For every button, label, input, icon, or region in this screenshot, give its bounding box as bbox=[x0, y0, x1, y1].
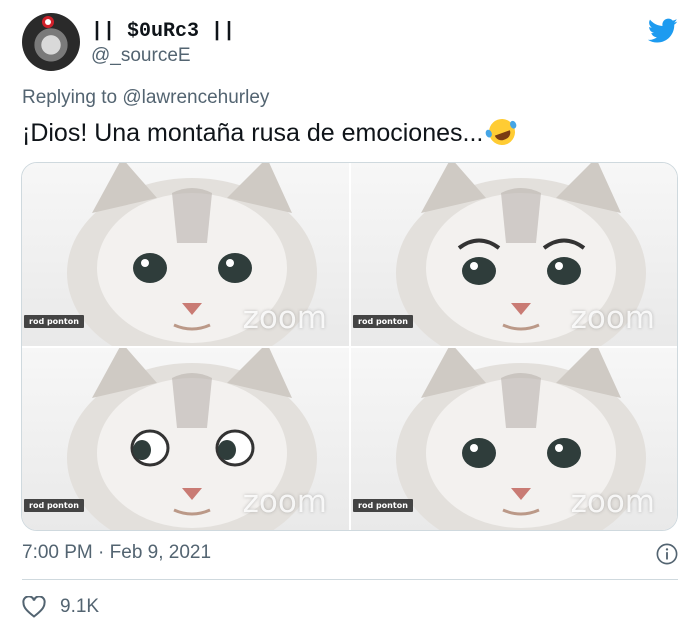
tweet-timestamp[interactable]: 7:00 PM · Feb 9, 2021 bbox=[22, 542, 211, 564]
divider bbox=[22, 579, 678, 580]
twitter-bird-icon[interactable] bbox=[648, 18, 678, 44]
like-count: 9.1K bbox=[60, 596, 100, 617]
zoom-watermark: zoom bbox=[570, 484, 655, 520]
author-handle[interactable]: @_sourceE bbox=[91, 45, 191, 67]
avatar[interactable] bbox=[22, 13, 80, 71]
participant-name-tag: rod ponton bbox=[353, 315, 413, 328]
zoom-watermark: zoom bbox=[242, 300, 327, 336]
zoom-watermark: zoom bbox=[242, 484, 327, 520]
tweet-media[interactable]: rod ponton zoom rod ponton zoom rod pont… bbox=[21, 162, 678, 531]
info-icon[interactable] bbox=[656, 543, 678, 565]
reply-prefix: Replying to bbox=[22, 87, 123, 108]
tweet-text: ¡Dios! Una montaña rusa de emociones... bbox=[22, 115, 520, 149]
avatar-badge-icon bbox=[42, 16, 54, 28]
heart-icon[interactable] bbox=[22, 596, 46, 618]
media-panel-1[interactable]: rod ponton zoom bbox=[22, 163, 349, 346]
media-panel-2[interactable]: rod ponton zoom bbox=[351, 163, 677, 346]
media-panel-3[interactable]: rod ponton zoom bbox=[22, 348, 349, 530]
media-panel-4[interactable]: rod ponton zoom bbox=[351, 348, 677, 530]
zoom-watermark: zoom bbox=[570, 300, 655, 336]
reply-to-link[interactable]: @lawrencehurley bbox=[122, 87, 269, 108]
author-display-name[interactable]: || $0uRc3 || bbox=[91, 20, 235, 43]
participant-name-tag: rod ponton bbox=[24, 499, 84, 512]
reply-context: Replying to @lawrencehurley bbox=[22, 87, 269, 109]
tweet-body: ¡Dios! Una montaña rusa de emociones... bbox=[22, 119, 484, 147]
participant-name-tag: rod ponton bbox=[24, 315, 84, 328]
participant-name-tag: rod ponton bbox=[353, 499, 413, 512]
rolling-laughing-emoji-icon bbox=[485, 115, 520, 149]
